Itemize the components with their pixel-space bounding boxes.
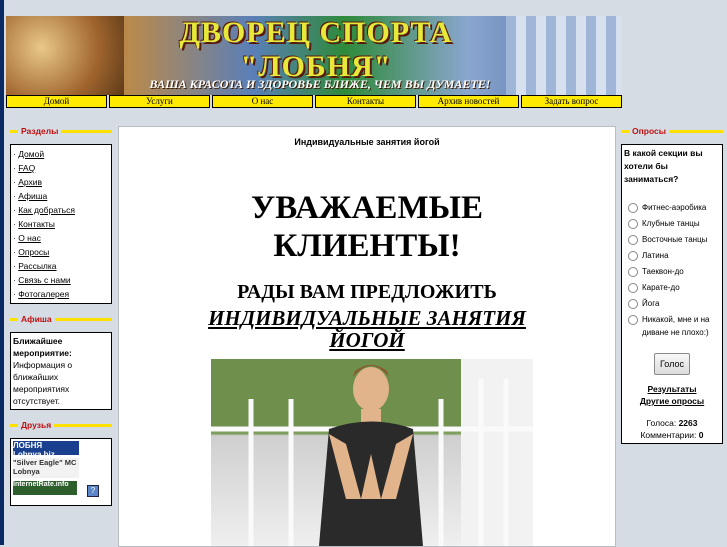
menu-item: · Архив: [13, 177, 43, 187]
menu-item: · О нас: [13, 233, 41, 243]
poll-option[interactable]: Никакой, мне и на диване не плохо:): [624, 313, 720, 339]
poll-option-label: Таеквон-до: [642, 267, 684, 276]
site-slogan: ВАША КРАСОТА И ЗДОРОВЬЕ БЛИЖЕ, ЧЕМ ВЫ ДУ…: [149, 77, 491, 91]
results-link[interactable]: Результаты: [647, 384, 696, 394]
yoga-photo-illustration: [211, 359, 533, 546]
help-icon[interactable]: ?: [87, 485, 99, 497]
sections-menu: · Домой · FAQ · Архив · Афиша · Как добр…: [10, 144, 112, 304]
menu-link-gallery[interactable]: Фотогалерея: [18, 289, 69, 299]
site-banner: ДВОРЕЦ СПОРТА "ЛОБНЯ" ВАША КРАСОТА И ЗДО…: [6, 16, 622, 95]
menu-item: · FAQ: [13, 163, 36, 173]
sections-header: Разделы: [10, 126, 112, 138]
banner-photo-gym: [506, 16, 622, 95]
menu-link-about[interactable]: О нас: [18, 233, 41, 243]
sections-title: Разделы: [18, 126, 62, 136]
poll-option-label: Йога: [642, 299, 660, 308]
nav-news-archive[interactable]: Архив новостей: [418, 95, 519, 108]
poll-question: В какой секции вы хотели бы заниматься?: [624, 148, 703, 184]
other-polls-link[interactable]: Другие опросы: [640, 396, 704, 406]
poll-option-label: Карате-до: [642, 283, 680, 292]
poll-option-label: Клубные танцы: [642, 219, 700, 228]
friends-title: Друзья: [18, 420, 55, 430]
radio-button[interactable]: [628, 235, 638, 245]
menu-item: · Опросы: [13, 247, 50, 257]
menu-link-contacts[interactable]: Контакты: [18, 219, 55, 229]
comments-count: 0: [698, 430, 704, 440]
nav-ask-question[interactable]: Задать вопрос: [521, 95, 622, 108]
nav-contacts[interactable]: Контакты: [315, 95, 416, 108]
left-edge-band: [0, 0, 4, 545]
radio-button[interactable]: [628, 315, 638, 325]
afisha-heading: Ближайшее мероприятие:: [13, 336, 72, 358]
poll-stats: Голоса: 2263 Комментарии: 0: [624, 417, 720, 441]
menu-item: · Афиша: [13, 191, 48, 201]
left-column: Разделы · Домой · FAQ · Архив · Афиша · …: [10, 126, 112, 506]
radio-button[interactable]: [628, 219, 638, 229]
menu-item: · Домой: [13, 149, 45, 159]
main-content: Индивидуальные занятия йогой УВАЖАЕМЫЕ К…: [118, 126, 616, 547]
polls-header: Опросы: [621, 126, 723, 138]
afisha-box: Ближайшее мероприятие: Информация о ближ…: [10, 332, 112, 410]
menu-link-archive[interactable]: Архив: [18, 177, 42, 187]
nav-home[interactable]: Домой: [6, 95, 107, 108]
nav-about[interactable]: О нас: [212, 95, 313, 108]
site-title: ДВОРЕЦ СПОРТА "ЛОБНЯ": [179, 16, 453, 83]
vote-button[interactable]: Голос: [654, 353, 690, 375]
menu-item: · Связь с нами: [13, 275, 71, 285]
menu-link-faq[interactable]: FAQ: [18, 163, 35, 173]
poll-option[interactable]: Карате-до: [624, 281, 720, 294]
afisha-title: Афиша: [18, 314, 55, 324]
top-navigation: Домой Услуги О нас Контакты Архив новост…: [6, 95, 622, 108]
menu-link-mailing[interactable]: Рассылка: [18, 261, 56, 271]
menu-link-contact-us[interactable]: Связь с нами: [18, 275, 70, 285]
friends-box: ЛОБНЯ Lobnya.biz "Silver Eagle" MC Lobny…: [10, 438, 112, 506]
radio-button[interactable]: [628, 203, 638, 213]
headline-line3: РАДЫ ВАМ ПРЕДЛОЖИТЬ: [237, 281, 497, 303]
poll-box: В какой секции вы хотели бы заниматься? …: [621, 144, 723, 444]
poll-links: Результаты Другие опросы: [624, 383, 720, 407]
poll-option[interactable]: Клубные танцы: [624, 217, 720, 230]
afisha-text: Информация о ближайших мероприятиях отсу…: [13, 360, 73, 406]
radio-button[interactable]: [628, 267, 638, 277]
poll-option[interactable]: Восточные танцы: [624, 233, 720, 246]
menu-link-polls[interactable]: Опросы: [18, 247, 49, 257]
menu-link-afisha[interactable]: Афиша: [18, 191, 47, 201]
headline-line1: УВАЖАЕМЫЕ: [250, 190, 483, 226]
poll-option-label: Фитнес-аэробика: [642, 203, 707, 212]
article-title: Индивидуальные занятия йогой: [294, 137, 440, 147]
badge-lobnya[interactable]: ЛОБНЯ Lobnya.biz: [13, 441, 79, 459]
menu-item: · Рассылка: [13, 261, 57, 271]
radio-button[interactable]: [628, 251, 638, 261]
right-column: Опросы В какой секции вы хотели бы заним…: [621, 126, 723, 444]
menu-item: · Как добраться: [13, 205, 75, 215]
headline-line2: КЛИЕНТЫ!: [273, 228, 461, 264]
poll-option-label: Латина: [642, 251, 669, 260]
banner-photo-basketball: [6, 16, 124, 95]
radio-button[interactable]: [628, 283, 638, 293]
votes-count: 2263: [678, 418, 698, 428]
headline-line4: ИНДИВИДУАЛЬНЫЕ ЗАНЯТИЯ: [208, 306, 526, 330]
radio-button[interactable]: [628, 299, 638, 309]
badge-internetrate[interactable]: InternetRate.info: [13, 481, 77, 495]
afisha-header: Афиша: [10, 314, 112, 326]
nav-services[interactable]: Услуги: [109, 95, 210, 108]
yoga-photo: [211, 359, 533, 546]
poll-option[interactable]: Таеквон-до: [624, 265, 720, 278]
poll-option[interactable]: Йога: [624, 297, 720, 310]
poll-option-label: Никакой, мне и на диване не плохо:): [642, 315, 710, 337]
friends-header: Друзья: [10, 420, 112, 432]
menu-item: · Контакты: [13, 219, 55, 229]
polls-title: Опросы: [629, 126, 670, 136]
headline-line5: ЙОГОЙ: [329, 328, 405, 352]
menu-item: · Фотогалерея: [13, 289, 70, 299]
comments-label: Комментарии:: [640, 430, 697, 440]
poll-option[interactable]: Фитнес-аэробика: [624, 201, 720, 214]
menu-link-directions[interactable]: Как добраться: [18, 205, 75, 215]
menu-link-home[interactable]: Домой: [18, 149, 44, 159]
badge-silver-eagle[interactable]: "Silver Eagle" MC Lobnya: [13, 458, 79, 478]
poll-option-label: Восточные танцы: [642, 235, 708, 244]
votes-label: Голоса:: [646, 418, 677, 428]
poll-option[interactable]: Латина: [624, 249, 720, 262]
